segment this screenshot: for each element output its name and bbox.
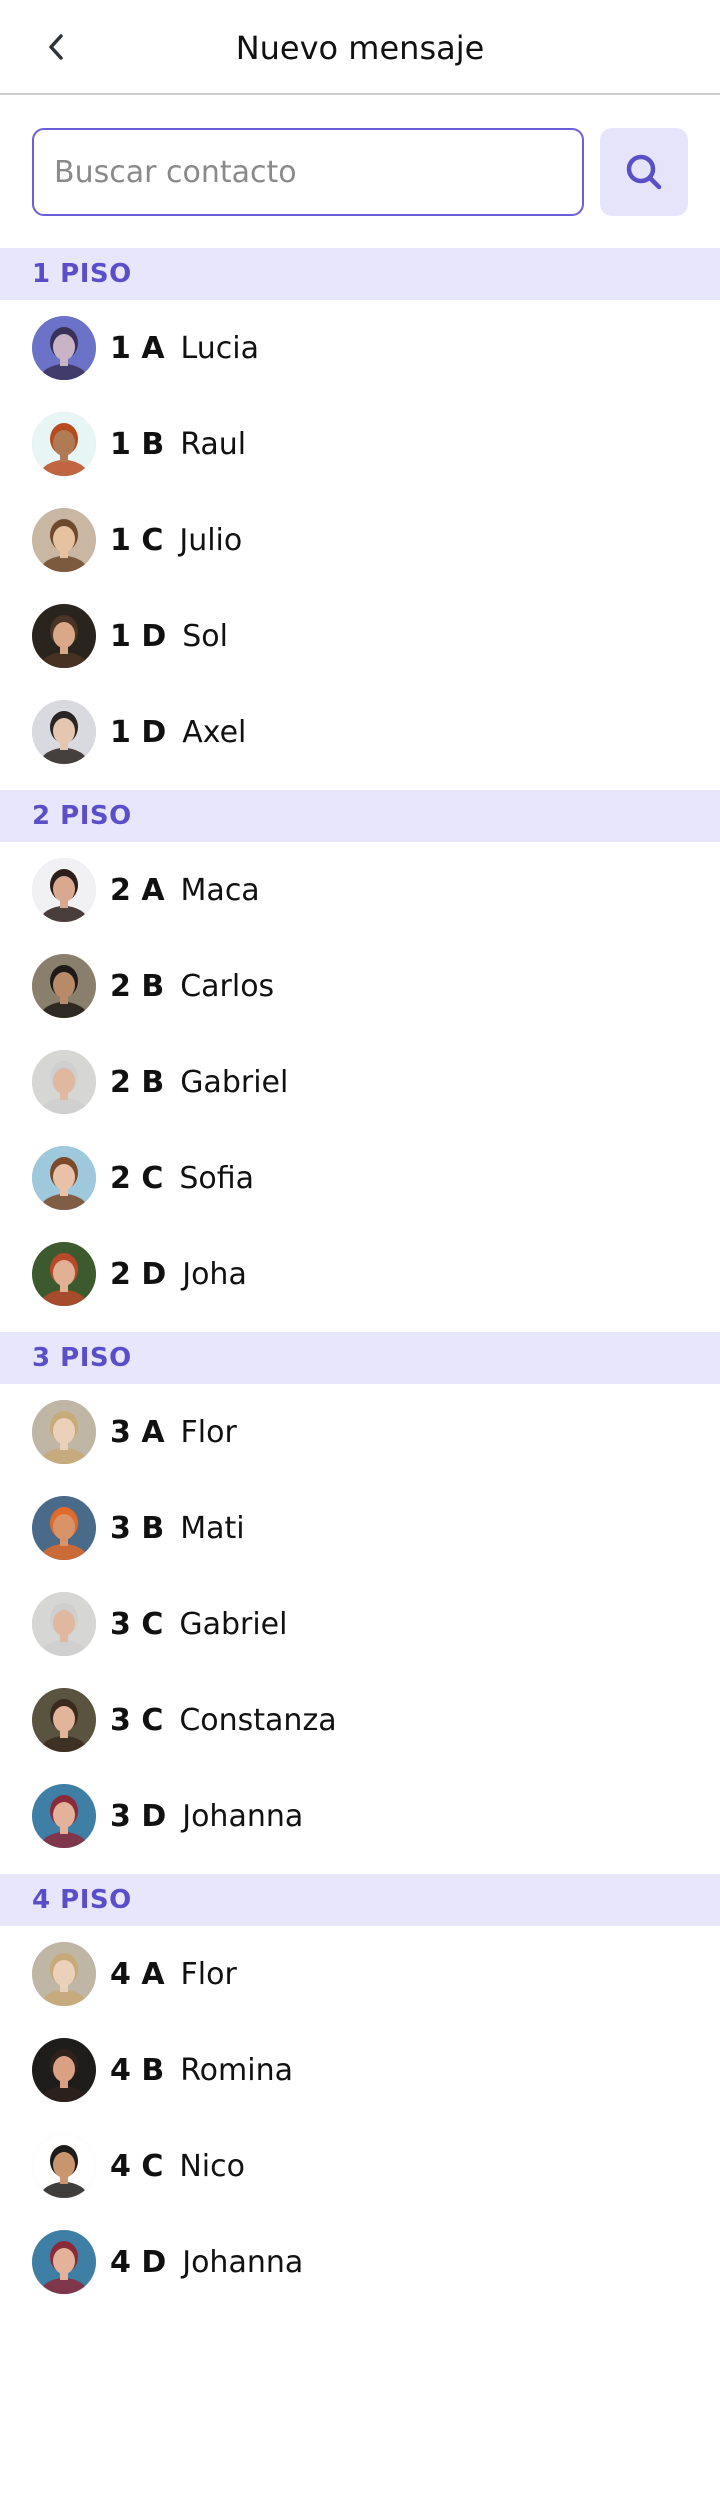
avatar: [32, 1242, 96, 1306]
avatar: [32, 1592, 96, 1656]
contact-name: Julio: [179, 522, 243, 558]
search-button[interactable]: [600, 128, 688, 216]
contact-unit: 2 A: [110, 872, 165, 908]
contact-unit: 3 B: [110, 1510, 165, 1546]
contact-name: Romina: [180, 2052, 293, 2088]
avatar: [32, 412, 96, 476]
contact-unit: 4 B: [110, 2052, 165, 2088]
contact-item[interactable]: 3 A Flor: [0, 1384, 720, 1480]
contact-name: Sol: [182, 618, 228, 654]
avatar: [32, 508, 96, 572]
avatar: [32, 2230, 96, 2294]
contact-item[interactable]: 2 B Carlos: [0, 938, 720, 1034]
avatar: [32, 1688, 96, 1752]
contact-unit: 1 D: [110, 618, 167, 654]
contact-item[interactable]: 3 C Constanza: [0, 1672, 720, 1768]
contact-item[interactable]: 3 B Mati: [0, 1480, 720, 1576]
contact-name: Johanna: [182, 1798, 304, 1834]
contact-name: Maca: [180, 872, 260, 908]
floor-section: 2 PISO 2 A Maca 2 B Carlos 2 B Gabriel 2 C Sofia…: [0, 790, 720, 1332]
avatar: [32, 954, 96, 1018]
contact-unit: 1 B: [110, 426, 165, 462]
contact-item[interactable]: 1 D Axel: [0, 684, 720, 780]
contact-list: 1 PISO 1 A Lucia 1 B Raul 1 C Julio 1 D Sol 1 D Ax…: [0, 248, 720, 2320]
contact-name: Raul: [180, 426, 247, 462]
contact-item[interactable]: 1 C Julio: [0, 492, 720, 588]
section-header: 1 PISO: [0, 248, 720, 300]
contact-item[interactable]: 3 C Gabriel: [0, 1576, 720, 1672]
avatar: [32, 316, 96, 380]
contact-name: Carlos: [180, 968, 275, 1004]
contact-item[interactable]: 4 A Flor: [0, 1926, 720, 2022]
contact-item[interactable]: 4 C Nico: [0, 2118, 720, 2214]
back-button[interactable]: [36, 30, 76, 64]
page-title: Nuevo mensaje: [235, 28, 485, 67]
avatar: [32, 700, 96, 764]
floor-section: 3 PISO 3 A Flor 3 B Mati 3 C Gabriel 3 C Constan…: [0, 1332, 720, 1874]
contact-item[interactable]: 2 C Sofia: [0, 1130, 720, 1226]
contact-unit: 3 A: [110, 1414, 165, 1450]
avatar: [32, 1146, 96, 1210]
search-input[interactable]: [32, 128, 584, 216]
contact-unit: 4 D: [110, 2244, 167, 2280]
section-header: 2 PISO: [0, 790, 720, 842]
contact-item[interactable]: 2 B Gabriel: [0, 1034, 720, 1130]
contact-unit: 3 C: [110, 1702, 164, 1738]
avatar: [32, 1942, 96, 2006]
avatar: [32, 2038, 96, 2102]
section-header: 3 PISO: [0, 1332, 720, 1384]
contact-unit: 2 D: [110, 1256, 167, 1292]
contact-name: Mati: [180, 1510, 245, 1546]
contact-name: Sofia: [179, 1160, 255, 1196]
contact-name: Axel: [182, 714, 247, 750]
contact-unit: 3 C: [110, 1606, 164, 1642]
contact-item[interactable]: 1 A Lucia: [0, 300, 720, 396]
contact-item[interactable]: 2 A Maca: [0, 842, 720, 938]
contact-name: Nico: [179, 2148, 245, 2184]
contact-unit: 1 A: [110, 330, 165, 366]
contact-unit: 4 C: [110, 2148, 164, 2184]
chevron-left-icon: [49, 34, 63, 60]
contact-item[interactable]: 3 D Johanna: [0, 1768, 720, 1864]
contact-name: Gabriel: [180, 1064, 289, 1100]
avatar: [32, 1050, 96, 1114]
avatar: [32, 1496, 96, 1560]
avatar: [32, 1400, 96, 1464]
contact-name: Johanna: [182, 2244, 304, 2280]
avatar: [32, 1784, 96, 1848]
contact-unit: 1 D: [110, 714, 167, 750]
contact-item[interactable]: 4 B Romina: [0, 2022, 720, 2118]
contact-unit: 2 B: [110, 968, 165, 1004]
search-icon: [626, 154, 662, 190]
floor-section: 1 PISO 1 A Lucia 1 B Raul 1 C Julio 1 D Sol 1 D Ax…: [0, 248, 720, 790]
contact-name: Joha: [182, 1256, 247, 1292]
avatar: [32, 858, 96, 922]
avatar: [32, 604, 96, 668]
section-header: 4 PISO: [0, 1874, 720, 1926]
contact-item[interactable]: 2 D Joha: [0, 1226, 720, 1322]
contact-item[interactable]: 1 D Sol: [0, 588, 720, 684]
contact-name: Flor: [180, 1414, 237, 1450]
contact-name: Constanza: [179, 1702, 337, 1738]
contact-name: Lucia: [180, 330, 259, 366]
contact-item[interactable]: 4 D Johanna: [0, 2214, 720, 2310]
contact-unit: 2 B: [110, 1064, 165, 1100]
contact-name: Gabriel: [179, 1606, 288, 1642]
contact-name: Flor: [180, 1956, 237, 1992]
contact-unit: 2 C: [110, 1160, 164, 1196]
avatar: [32, 2134, 96, 2198]
contact-unit: 3 D: [110, 1798, 167, 1834]
contact-unit: 1 C: [110, 522, 164, 558]
contact-item[interactable]: 1 B Raul: [0, 396, 720, 492]
floor-section: 4 PISO 4 A Flor 4 B Romina 4 C Nico 4 D Johanna: [0, 1874, 720, 2320]
app-header: Nuevo mensaje: [0, 0, 720, 95]
contact-unit: 4 A: [110, 1956, 165, 1992]
